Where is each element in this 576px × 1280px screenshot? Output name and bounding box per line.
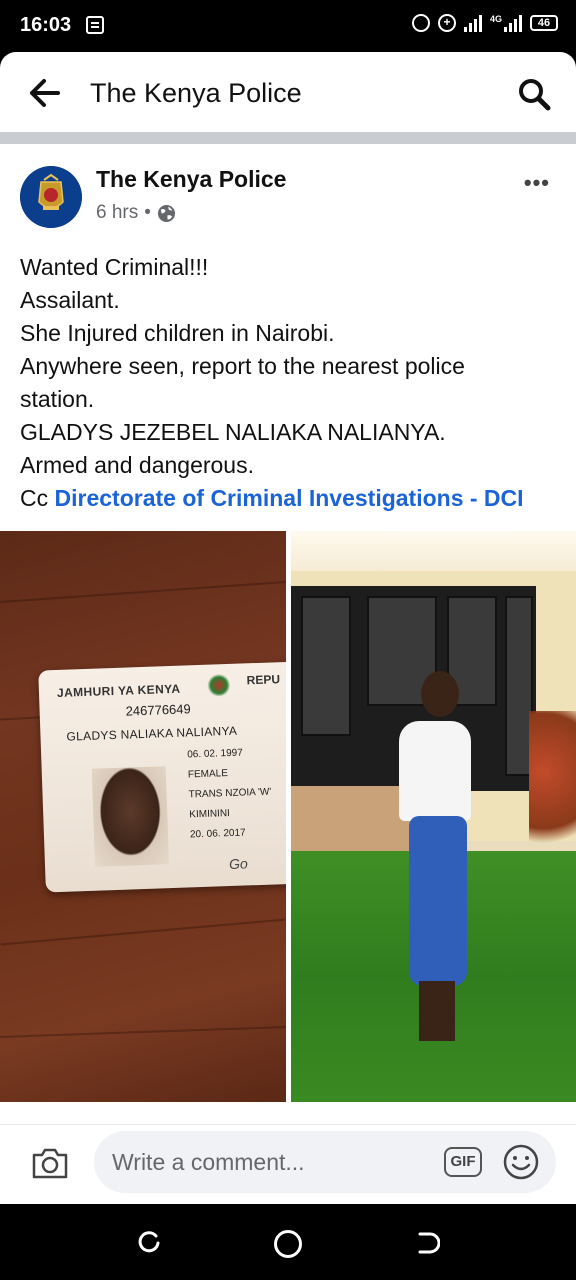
home-icon[interactable] xyxy=(274,1230,302,1258)
search-icon[interactable] xyxy=(516,76,552,112)
mention-link[interactable]: Directorate of Criminal Investigations -… xyxy=(55,485,524,511)
person-top xyxy=(399,721,471,821)
post-line: She Injured children in Nairobi. xyxy=(20,320,335,346)
post-body: Wanted Criminal!!! Assailant. She Injure… xyxy=(20,251,560,515)
id-place-of-issue: KIMININI xyxy=(189,808,231,821)
post-line: GLADYS JEZEBEL NALIAKA NALIANYA. xyxy=(20,419,446,445)
data-saver-icon: + xyxy=(437,14,456,32)
id-date-of-issue: 20. 06. 2017 xyxy=(189,827,246,841)
recent-apps-icon[interactable] xyxy=(136,1230,162,1256)
status-bar: 16:03 + 4G 46 xyxy=(0,0,576,52)
id-signature: Go xyxy=(228,855,249,873)
comment-placeholder: Write a comment... xyxy=(112,1149,305,1175)
post-cc-line: Cc Directorate of Criminal Investigation… xyxy=(20,482,560,515)
coat-of-arms-icon xyxy=(206,673,232,697)
page-title: The Kenya Police xyxy=(90,78,302,108)
id-sex: FEMALE xyxy=(187,768,229,781)
avatar[interactable] xyxy=(20,166,82,228)
post-card: The Kenya Police 6 hrs • ••• Wanted Crim… xyxy=(0,144,576,1124)
app-bar: The Kenya Police xyxy=(0,52,576,132)
police-logo-icon xyxy=(20,166,82,228)
person-skirt xyxy=(409,816,467,986)
cc-prefix: Cc xyxy=(20,485,49,511)
system-nav-bar xyxy=(0,1204,576,1280)
post-meta: 6 hrs • xyxy=(96,202,176,224)
post-line: station. xyxy=(20,386,95,412)
id-dob: 06. 02. 1997 xyxy=(187,747,244,761)
id-photo xyxy=(91,766,170,867)
comment-input[interactable]: Write a comment... GIF xyxy=(94,1131,556,1193)
battery-icon: 46 xyxy=(530,15,558,31)
post-line: Assailant. xyxy=(20,287,120,313)
person-head xyxy=(421,671,459,717)
more-options-button[interactable]: ••• xyxy=(524,170,550,196)
post-author[interactable]: The Kenya Police xyxy=(96,166,286,193)
id-district: TRANS NZOIA 'W' xyxy=(188,786,272,801)
camera-icon[interactable] xyxy=(30,1145,70,1181)
signal-icon xyxy=(463,14,482,32)
photo-person[interactable] xyxy=(291,531,576,1102)
post-line: Armed and dangerous. xyxy=(20,452,254,478)
post-line: Anywhere seen, report to the nearest pol… xyxy=(20,353,465,379)
signal-icon-2 xyxy=(504,14,522,32)
emoji-icon[interactable] xyxy=(502,1143,540,1181)
post-line: Wanted Criminal!!! xyxy=(20,254,209,280)
alarm-icon xyxy=(411,14,430,32)
meta-separator: • xyxy=(144,202,151,223)
network-type: 4G xyxy=(489,14,502,24)
id-serial: 246776649 xyxy=(125,701,191,719)
photo-id-card[interactable]: JAMHURI YA KENYA REPU 246776649 GLADYS N… xyxy=(0,531,286,1102)
id-card: JAMHURI YA KENYA REPU 246776649 GLADYS N… xyxy=(38,661,286,893)
notification-icon xyxy=(86,16,104,34)
id-header: JAMHURI YA KENYA xyxy=(56,681,181,700)
id-header-cut: REPU xyxy=(246,672,281,688)
post-time[interactable]: 6 hrs xyxy=(96,202,138,224)
nav-back-icon[interactable] xyxy=(414,1230,440,1256)
section-divider xyxy=(0,132,576,144)
comment-bar: Write a comment... GIF xyxy=(0,1124,576,1204)
arrow-left-icon[interactable] xyxy=(26,76,62,110)
id-name: GLADYS NALIAKA NALIANYA xyxy=(66,723,238,744)
status-time: 16:03 xyxy=(20,14,72,36)
person-legs xyxy=(419,981,455,1041)
globe-icon xyxy=(157,204,175,222)
gif-button[interactable]: GIF xyxy=(444,1147,482,1177)
status-icons: + 4G 46 xyxy=(411,14,558,32)
